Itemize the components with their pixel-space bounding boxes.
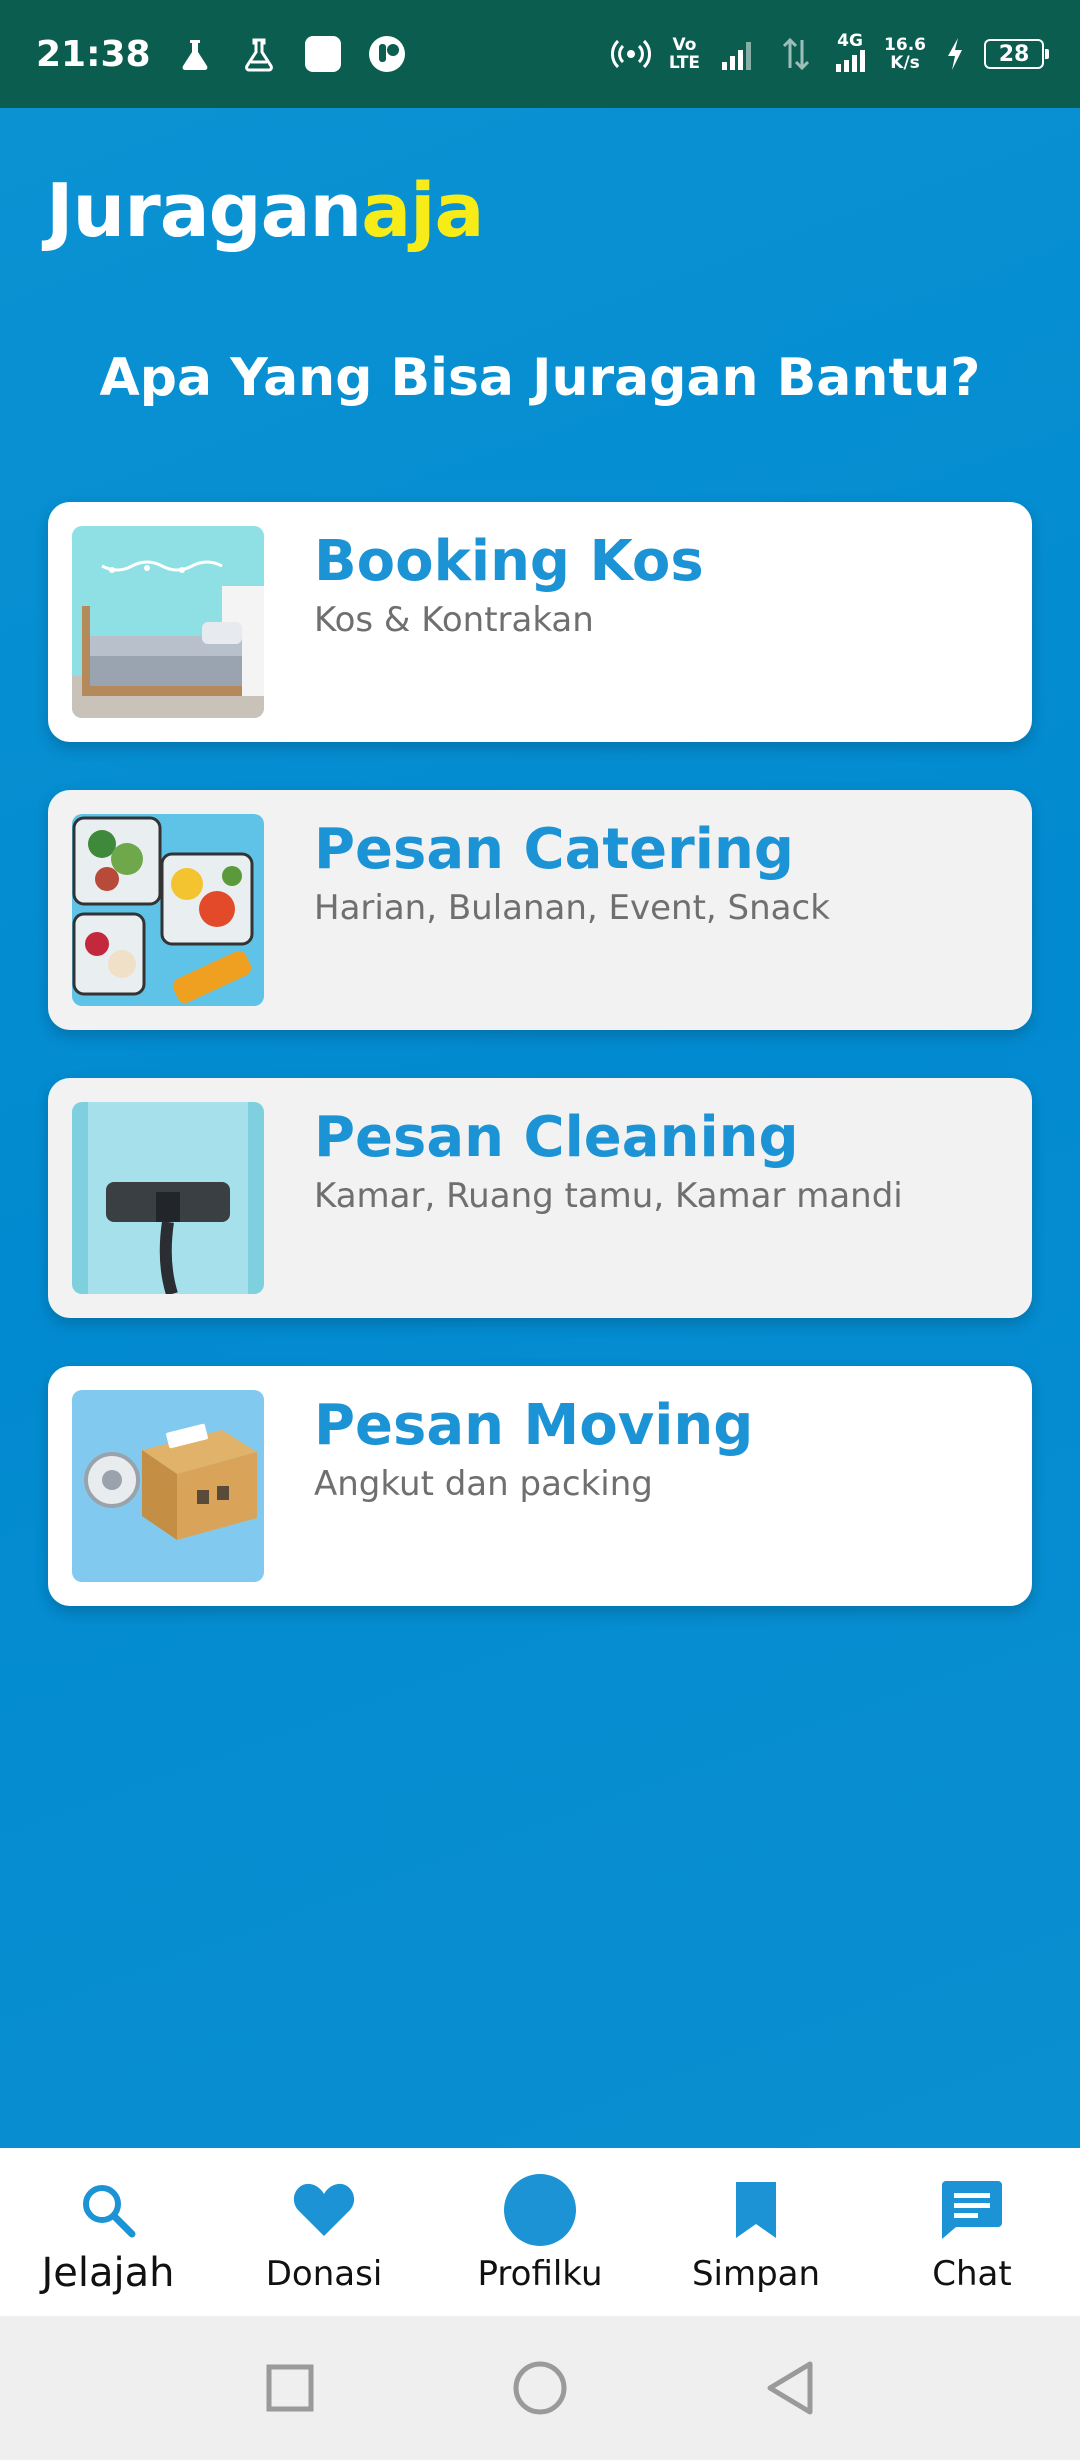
volte-indicator: Vo LTE (668, 35, 701, 73)
service-title: Pesan Catering (314, 817, 794, 882)
food-containers-image (72, 814, 264, 1006)
nav-label: Profilku (477, 2254, 603, 2294)
status-time: 21:38 (36, 33, 151, 75)
avatar-icon (504, 2174, 576, 2246)
service-subtitle: Harian, Bulanan, Event, Snack (314, 888, 830, 928)
service-card-catering[interactable]: Pesan Catering Harian, Bulanan, Event, S… (48, 790, 1032, 1030)
chat-icon (936, 2174, 1008, 2246)
bottom-nav: Jelajah Donasi Profilku Simpan Chat (0, 2148, 1080, 2316)
nav-simpan[interactable]: Simpan (648, 2148, 864, 2316)
service-title: Pesan Cleaning (314, 1105, 799, 1170)
nav-chat[interactable]: Chat (864, 2148, 1080, 2316)
network-4g-indicator: 4G (834, 32, 866, 76)
vacuum-image (72, 1102, 264, 1294)
page-headline: Apa Yang Bisa Juragan Bantu? (99, 348, 981, 408)
service-subtitle: Kamar, Ruang tamu, Kamar mandi (314, 1176, 903, 1216)
app-square-icon (303, 34, 343, 74)
nav-profilku[interactable]: Profilku (432, 2148, 648, 2316)
battery-indicator: 28 (984, 39, 1049, 69)
brand-logo: Juraganaja (46, 168, 484, 254)
service-card-cleaning[interactable]: Pesan Cleaning Kamar, Ruang tamu, Kamar … (48, 1078, 1032, 1318)
back-triangle-icon[interactable] (760, 2358, 820, 2418)
nav-label: Chat (932, 2254, 1012, 2294)
bedroom-image (72, 526, 264, 718)
app-round-icon (367, 34, 407, 74)
nav-label: Donasi (265, 2254, 383, 2294)
service-subtitle: Kos & Kontrakan (314, 600, 594, 640)
recents-square-icon[interactable] (260, 2358, 320, 2418)
bookmark-icon (720, 2174, 792, 2246)
network-speed: 16.6 K/s (884, 35, 926, 73)
main-content: Juraganaja Apa Yang Bisa Juragan Bantu? … (0, 108, 1080, 2148)
hotspot-icon (610, 34, 651, 74)
flying-box-image (72, 1390, 264, 1582)
signal-icon (718, 34, 758, 74)
heart-icon (288, 2174, 360, 2246)
status-bar: 21:38 Vo LTE 4G 16.6 K/s 28 (0, 0, 1080, 108)
service-card-moving[interactable]: Pesan Moving Angkut dan packing (48, 1366, 1032, 1606)
service-title: Booking Kos (314, 529, 704, 594)
nav-label: Jelajah (41, 2250, 175, 2296)
system-nav-bar (0, 2316, 1080, 2460)
flask-filled-icon (175, 34, 215, 74)
service-subtitle: Angkut dan packing (314, 1464, 653, 1504)
flask-outline-icon (239, 34, 279, 74)
data-arrows-icon (776, 34, 816, 74)
nav-jelajah[interactable]: Jelajah (0, 2148, 216, 2316)
nav-label: Simpan (691, 2254, 821, 2294)
home-circle-icon[interactable] (510, 2358, 570, 2418)
service-card-booking-kos[interactable]: Booking Kos Kos & Kontrakan (48, 502, 1032, 742)
charging-icon (944, 34, 966, 74)
nav-donasi[interactable]: Donasi (216, 2148, 432, 2316)
search-icon (72, 2174, 144, 2246)
service-title: Pesan Moving (314, 1393, 754, 1458)
